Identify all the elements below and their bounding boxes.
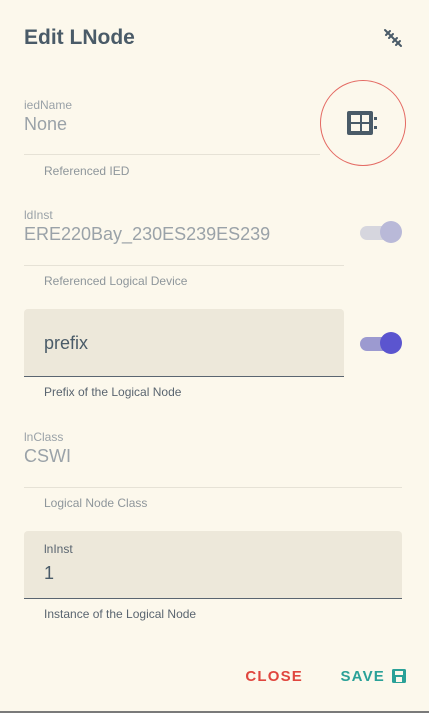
ln-class-field: lnClass CSWI [24,430,71,467]
link-off-icon[interactable] [381,26,405,50]
ied-name-label: iedName [24,98,73,112]
ied-name-divider [24,154,320,155]
prefix-label: prefix [44,333,89,353]
ied-name-field: iedName None [24,98,72,135]
save-icon [392,669,406,683]
ln-class-value: CSWI [24,446,71,466]
ld-inst-toggle[interactable] [358,220,402,244]
select-ied-button[interactable] [320,80,406,166]
toggle-thumb [380,332,402,354]
ld-inst-label: ldInst [24,208,53,222]
ln-inst-helper: Instance of the Logical Node [44,607,197,621]
dialog-actions: CLOSE SAVE [207,668,407,690]
ld-inst-field: ldInst ERE220Bay_230ES239ES239 [24,208,270,245]
ld-inst-helper: Referenced Logical Device [44,274,188,288]
prefix-helper: Prefix of the Logical Node [44,385,182,399]
ln-class-label: lnClass [24,430,64,444]
save-label: SAVE [340,668,385,685]
prefix-input[interactable]: prefix [24,309,344,377]
edit-lnode-dialog: Edit LNode iedName None Referenced IED l… [0,0,429,713]
save-button[interactable]: SAVE [340,668,407,685]
close-button[interactable]: CLOSE [245,668,303,685]
dialog-title: Edit LNode [24,26,135,49]
ld-inst-divider [24,265,344,266]
toggle-thumb [380,221,402,243]
ied-select-icon [347,111,377,135]
ied-name-helper: Referenced IED [44,164,130,178]
ln-inst-input[interactable]: lnInst 1 [24,531,402,599]
ln-class-divider [24,487,402,488]
ied-name-value: None [24,114,68,134]
ln-inst-value: 1 [44,563,55,583]
ln-class-helper: Logical Node Class [44,496,148,510]
ld-inst-value: ERE220Bay_230ES239ES239 [24,224,271,244]
dialog-header: Edit LNode [24,24,405,54]
ln-inst-label: lnInst [44,542,73,556]
prefix-toggle[interactable] [358,331,402,355]
